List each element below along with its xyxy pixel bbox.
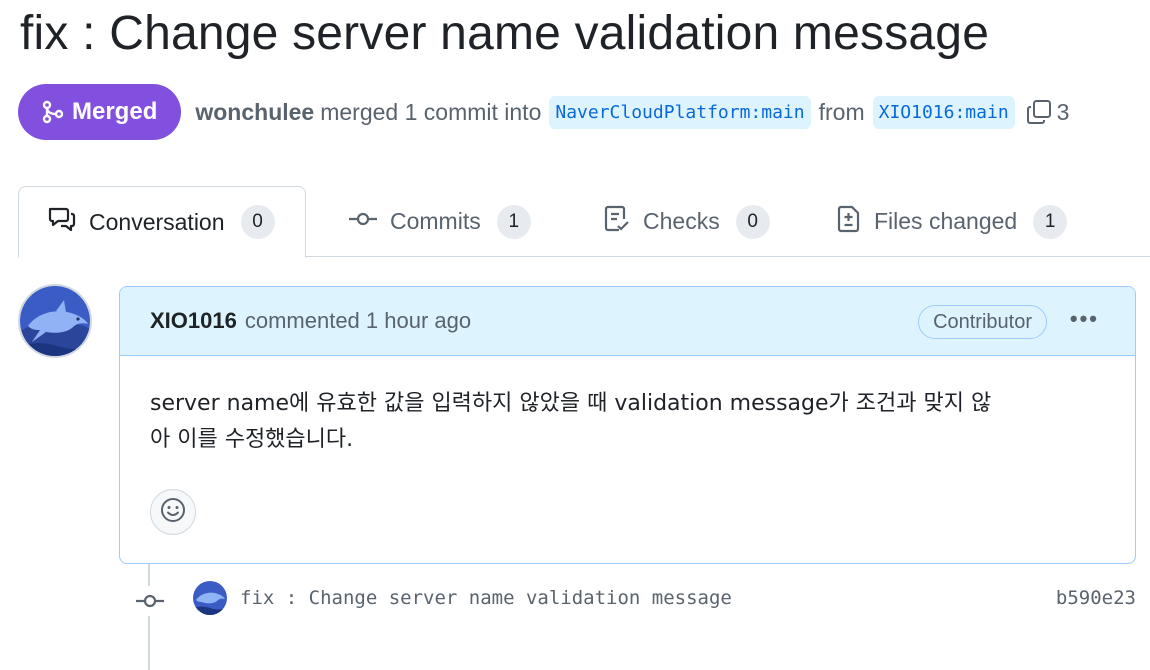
checklist-icon xyxy=(603,204,631,240)
comment-author-link[interactable]: XIO1016 xyxy=(150,308,237,334)
tab-conversation[interactable]: Conversation 0 xyxy=(18,186,306,258)
avatar[interactable] xyxy=(18,284,92,358)
tab-files-changed[interactable]: Files changed 1 xyxy=(836,186,1068,257)
comment-box: XIO1016 commented 1 hour ago Contributor… xyxy=(119,286,1136,564)
tab-files-changed-count: 1 xyxy=(1033,204,1068,239)
commit-sha-link[interactable]: b590e23 xyxy=(1056,587,1136,609)
pr-title: fix : Change server name validation mess… xyxy=(20,7,990,60)
git-merge-icon xyxy=(42,100,64,124)
merged-by-user-link[interactable]: wonchulee xyxy=(195,99,314,126)
comment-timestamp[interactable]: commented 1 hour ago xyxy=(245,308,471,334)
meta-trailing-count: 3 xyxy=(1056,98,1070,125)
tab-checks-label: Checks xyxy=(643,208,720,234)
pull-request-page: fix : Change server name validation mess… xyxy=(0,0,1150,670)
tab-commits-count: 1 xyxy=(496,204,531,239)
contributor-badge: Contributor xyxy=(918,305,1047,339)
merged-state-label: Merged xyxy=(72,98,158,125)
file-diff-icon xyxy=(836,204,862,240)
from-label: from xyxy=(818,98,865,125)
comment-header: XIO1016 commented 1 hour ago Contributor… xyxy=(120,287,1135,356)
tab-conversation-label: Conversation xyxy=(89,208,225,235)
merged-description: merged 1 commit into xyxy=(320,98,542,125)
conversation-icon xyxy=(47,206,77,238)
smiley-icon xyxy=(160,497,186,528)
comment-body-line-1: server name에 유효한 값을 입력하지 않았을 때 validatio… xyxy=(150,391,992,416)
tab-checks[interactable]: Checks 0 xyxy=(603,186,770,257)
commit-message-link[interactable]: fix : Change server name validation mess… xyxy=(240,587,732,609)
base-branch-link[interactable]: NaverCloudPlatform:main xyxy=(549,95,811,129)
tab-files-changed-label: Files changed xyxy=(874,208,1018,234)
tab-commits[interactable]: Commits 1 xyxy=(348,186,531,257)
comment-body: server name에 유효한 값을 입력하지 않았을 때 validatio… xyxy=(120,356,1135,458)
pr-meta-row: Merged wonchulee merged 1 commit into Na… xyxy=(18,83,1069,141)
tab-checks-count: 0 xyxy=(735,204,770,239)
kebab-horizontal-icon[interactable]: ••• xyxy=(1070,308,1099,330)
git-commit-icon xyxy=(134,586,166,616)
tab-conversation-count: 0 xyxy=(240,205,275,239)
add-reaction-button[interactable] xyxy=(150,489,196,535)
tab-commits-label: Commits xyxy=(390,208,481,234)
commit-author-avatar[interactable] xyxy=(193,581,227,615)
merged-state-badge: Merged xyxy=(18,84,182,140)
pr-tabs: Conversation 0 Commits 1 Checks 0 Files … xyxy=(18,186,1150,258)
copy-icon[interactable] xyxy=(1025,98,1053,126)
git-commit-icon xyxy=(348,208,378,235)
comment-body-line-2: 아 이를 수정했습니다. xyxy=(150,427,354,452)
head-branch-link[interactable]: XIO1016:main xyxy=(872,95,1015,129)
